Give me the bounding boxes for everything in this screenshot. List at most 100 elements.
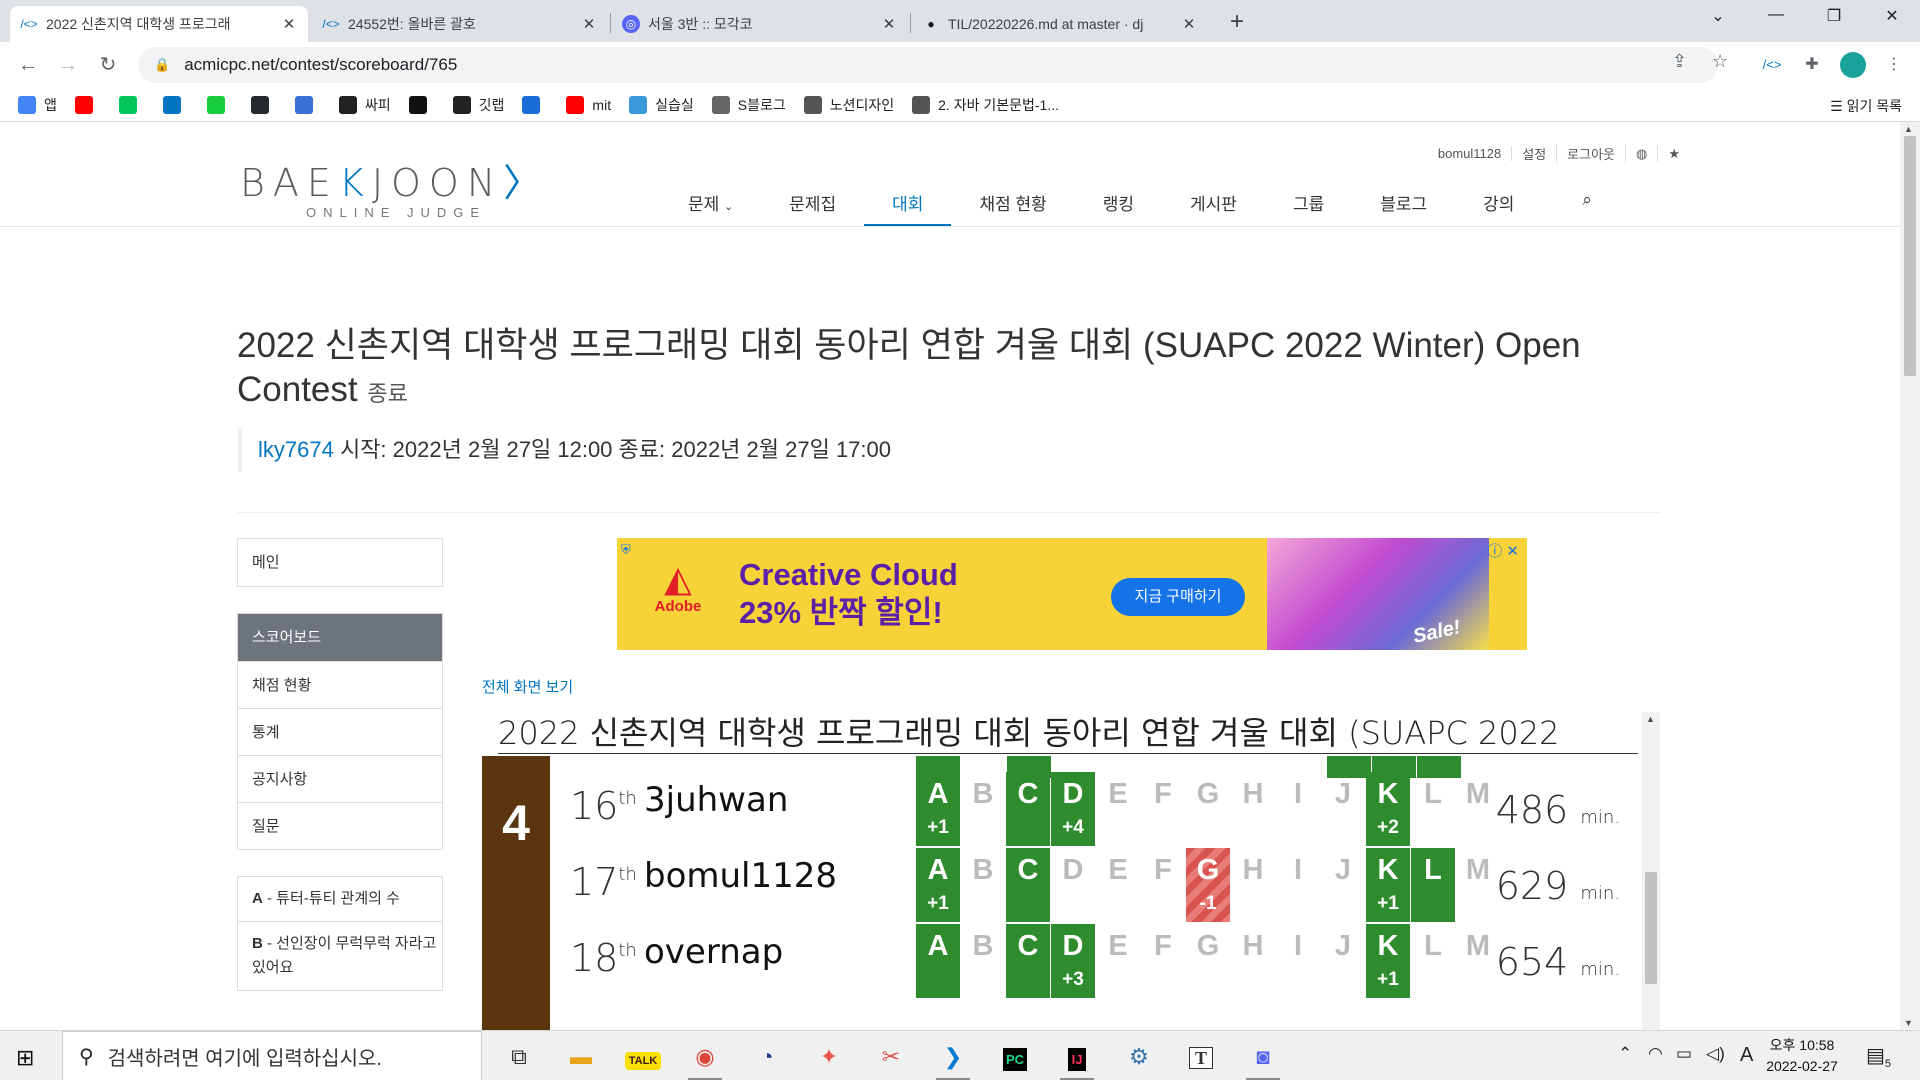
bookmark-item[interactable]: 노션디자인 [803,95,894,115]
problem-cell-d: D [1051,848,1095,922]
nav-workbooks[interactable]: 문제집 [761,190,864,226]
contest-time: 시작: 2022년 2월 27일 12:00 종료: 2022년 2월 27일 … [333,437,891,462]
restore-button[interactable]: ❐ [1814,6,1854,26]
bookmark-item[interactable]: 앱 [18,95,57,115]
ime-indicator[interactable]: A [1740,1044,1753,1067]
notification-icon[interactable]: ▤5 [1866,1043,1891,1070]
windows-start-icon[interactable]: ⊞ [16,1045,34,1071]
share-icon[interactable]: ⇪ [1672,51,1687,72]
baekjoon-logo[interactable]: BAEKJOON〉 ONLINE JUDGE [240,152,549,220]
bookmark-item[interactable]: 2. 자바 기본문법-1... [912,95,1059,115]
menu-dots-icon[interactable]: ⋮ [1880,51,1908,79]
volume-icon[interactable]: ◁) [1706,1044,1725,1064]
kakaotalk-icon[interactable]: TALK [618,1039,668,1075]
bookmark-star-icon[interactable]: ☆ [1712,51,1728,72]
nav-problems[interactable]: 문제 ⌄ [660,190,761,226]
battery-icon[interactable]: ▭ [1676,1044,1692,1064]
tab-github[interactable]: ● TIL/20220226.md at master · dj ✕ [912,6,1208,42]
scoreboard-scrollbar[interactable]: ▲ [1642,712,1660,1030]
logout-link[interactable]: 로그아웃 [1557,144,1626,163]
snipping-tool-icon[interactable]: ✂ [866,1039,916,1075]
nav-board[interactable]: 게시판 [1162,190,1265,226]
bookmark-item[interactable]: 깃랩 [452,95,504,115]
typora-icon[interactable]: T [1176,1039,1226,1075]
close-icon[interactable]: ✕ [880,15,898,33]
forward-button[interactable]: → [54,51,82,79]
bookmark-item[interactable] [250,95,277,114]
bookmark-item[interactable] [118,95,145,114]
ad-cta-button[interactable]: 지금 구매하기 [1111,578,1245,616]
close-icon[interactable]: ✕ [1180,15,1198,33]
nav-ranking[interactable]: 랭킹 [1075,190,1162,226]
bookmark-item[interactable] [206,95,233,114]
url-input[interactable]: 🔒 acmicpc.net/contest/scoreboard/765 [138,47,1718,83]
problem-letter: E [1108,854,1128,886]
bookmark-item[interactable] [74,95,101,114]
contest-author-link[interactable]: lky7674 [258,437,334,462]
close-icon[interactable]: ✕ [580,15,598,33]
bookmark-item[interactable] [408,95,435,114]
globe-icon[interactable]: ◍ [1626,145,1659,162]
bookmark-item[interactable]: mit [566,95,611,114]
taskbar-search-box[interactable]: ⚲ 검색하려면 여기에 입력하십시오. [62,1031,482,1080]
pycharm-icon[interactable]: PC [990,1039,1040,1075]
ad-banner[interactable]: ⛨ ◭ Adobe Creative Cloud 23% 반짝 할인! 지금 구매… [617,538,1527,650]
scoreboard-frame: 2022 신촌지역 대학생 프로그래밍 대회 동아리 연합 겨울 대회 (SUA… [482,712,1660,1030]
reload-button[interactable]: ↻ [94,51,122,79]
tab-discord[interactable]: ◎ 서울 3반 :: 모각코 ✕ [612,6,908,42]
back-button[interactable]: ← [14,51,42,79]
bookmark-item[interactable]: 싸피 [338,95,391,115]
tab-scoreboard[interactable]: /<> 2022 신촌지역 대학생 프로그래 ✕ [10,6,308,42]
nav-group[interactable]: 그룹 [1265,190,1352,226]
close-window-button[interactable]: ✕ [1872,6,1912,26]
sidebar-item-qna[interactable]: 질문 [238,802,442,849]
sidebar-problem-b[interactable]: B - 선인장이 무럭무럭 자라고 있어요 [238,921,442,990]
page-scrollbar[interactable]: ▲ ▼ [1900,122,1920,1030]
new-tab-button[interactable]: + [1222,8,1252,36]
settings-link[interactable]: 설정 [1512,144,1558,163]
tab-problem-24552[interactable]: /<> 24552번: 올바른 괄호 ✕ [312,6,608,42]
sidebar-problem-a[interactable]: A - 튜터-튜티 관계의 수 [238,877,442,921]
bookmark-item[interactable] [294,95,321,114]
nav-blog[interactable]: 블로그 [1352,190,1455,226]
minimize-button[interactable]: — [1756,6,1796,24]
task-view-icon[interactable]: ⧉ [494,1039,544,1075]
bookmark-item[interactable] [162,95,189,114]
clock-app-icon[interactable]: ◔ [742,1039,792,1075]
nav-status[interactable]: 채점 현황 [951,190,1074,226]
python-icon[interactable]: ⚙ [1114,1039,1164,1075]
wifi-icon[interactable]: ◠ [1648,1044,1663,1064]
system-clock[interactable]: 오후 10:58 2022-02-27 [1764,1035,1840,1077]
profile-avatar[interactable] [1840,52,1866,78]
baekjoon-extension-icon[interactable]: /<> [1758,51,1786,79]
bookmark-item[interactable]: S블로그 [711,95,786,115]
extensions-puzzle-icon[interactable]: ✚ [1798,51,1826,79]
tab-search-icon[interactable]: ⌄ [1698,6,1738,26]
attempt-count: +1 [927,893,949,914]
chevron-up-icon[interactable]: ⌃ [1618,1044,1632,1064]
star-icon[interactable]: ★ [1658,146,1690,162]
file-explorer-icon[interactable]: ▬ [556,1039,606,1075]
bookmark-item[interactable] [522,95,548,114]
reading-list-button[interactable]: ☰ 읽기 목록 [1830,96,1902,116]
user-link[interactable]: bomul1128 [1428,146,1513,161]
sidebar-item-status[interactable]: 채점 현황 [238,661,442,708]
problem-cell-a: A [916,924,960,998]
sidebar-item-main[interactable]: 메인 [238,539,442,586]
ad-close-icon[interactable]: ⓘ ✕ [1487,540,1519,561]
chrome-icon[interactable]: ◉ [680,1039,730,1080]
close-icon[interactable]: ✕ [280,15,298,33]
nav-lecture[interactable]: 강의 [1455,190,1542,226]
sidebar-item-scoreboard[interactable]: 스코어보드 [238,614,442,661]
vscode-icon[interactable]: ❯ [928,1039,978,1080]
search-icon[interactable]: ⌕ [1542,190,1620,226]
sidebar-item-stats[interactable]: 통계 [238,708,442,755]
fullscreen-link[interactable]: 전체 화면 보기 [482,676,573,697]
sidebar-item-notice[interactable]: 공지사항 [238,755,442,802]
discord-icon[interactable]: ◙ [1238,1039,1288,1080]
nav-contest[interactable]: 대회 [864,190,952,226]
intellij-icon[interactable]: IJ [1052,1039,1102,1080]
bookmark-item[interactable]: 실습실 [629,95,694,115]
attempt-count: +1 [1377,893,1399,914]
sourcetree-icon[interactable]: ✦ [804,1039,854,1075]
